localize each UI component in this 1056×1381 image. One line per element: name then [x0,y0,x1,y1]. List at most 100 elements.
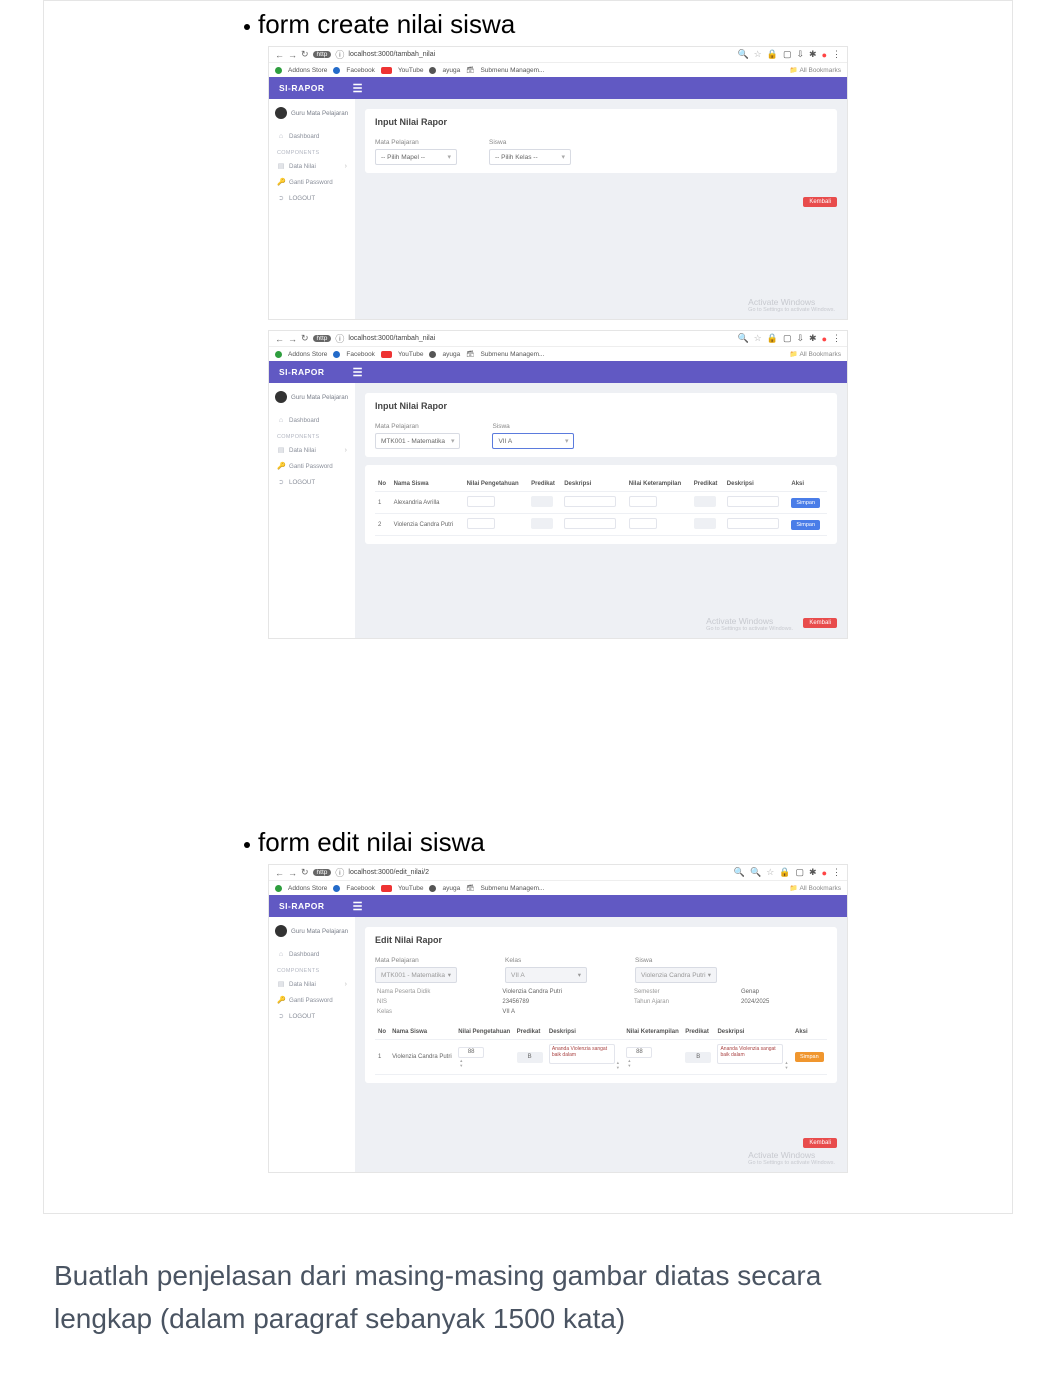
shield-icon[interactable]: 🔒 [767,49,778,60]
bookmark-icon[interactable]: 🗃 [466,884,474,892]
input-nilai-k[interactable]: 88 [626,1047,652,1058]
bookmark-icon[interactable] [333,351,340,358]
back-icon[interactable]: ← [275,50,284,60]
back-icon[interactable]: ← [275,334,284,344]
input-nilai-k[interactable] [629,518,657,529]
bookmark-item[interactable]: ayuga [442,351,460,358]
select-mapel[interactable]: -- Pilih Mapel --▾ [375,149,457,165]
shield-icon[interactable]: 🔒 [767,333,778,344]
all-bookmarks[interactable]: 📁 All Bookmarks [790,66,841,74]
profile-icon[interactable]: ● [822,50,827,60]
forward-icon[interactable]: → [288,334,297,344]
stepper-icon[interactable]: ▲▼ [616,1060,620,1070]
bookmark-item[interactable]: ayuga [442,67,460,74]
bookmark-item[interactable]: YouTube [398,67,424,74]
sidebar-item-password[interactable]: 🔑Ganti Password [275,458,349,474]
kebab-icon[interactable]: ⋮ [832,49,841,60]
sidebar-item-data-nilai[interactable]: ▤Data Nilai› [275,976,349,992]
kembali-button[interactable]: Kembali [803,1138,837,1148]
kembali-button[interactable]: Kembali [803,618,837,628]
box-icon[interactable]: ▢ [783,333,792,344]
bookmark-item[interactable]: ayuga [442,885,460,892]
stepper-icon[interactable]: ▲▼ [784,1060,788,1070]
simpan-button[interactable]: Simpan [791,498,820,508]
box-icon[interactable]: ▢ [783,49,792,60]
input-desk-k[interactable]: Ananda Violenzia sangat baik dalam [717,1044,783,1064]
forward-icon[interactable]: → [288,868,297,878]
bookmark-icon[interactable] [381,351,392,358]
input-desk-p[interactable] [564,518,616,529]
star-icon[interactable]: ☆ [754,333,762,344]
puzzle-icon[interactable]: ✱ [809,49,817,60]
input-desk-k[interactable] [727,496,779,507]
bookmark-icon[interactable] [381,67,392,74]
simpan-button[interactable]: Simpan [795,1052,824,1062]
bookmark-item[interactable]: Facebook [346,885,375,892]
bookmark-item[interactable]: YouTube [398,351,424,358]
reload-icon[interactable]: ↻ [301,333,309,344]
bookmark-icon[interactable] [429,67,436,74]
puzzle-icon[interactable]: ✱ [809,867,817,878]
address-url[interactable]: localhost:3000/tambah_nilai [348,335,435,342]
bookmark-item[interactable]: Facebook [346,351,375,358]
kebab-icon[interactable]: ⋮ [832,333,841,344]
select-kelas[interactable]: VII A▾ [492,433,574,449]
profile-icon[interactable]: ● [822,334,827,344]
sidebar-item-dashboard[interactable]: ⌂Dashboard [275,129,349,144]
address-url[interactable]: localhost:3000/edit_nilai/2 [348,869,429,876]
search-icon[interactable]: 🔍 [737,333,748,344]
reload-icon[interactable]: ↻ [301,49,309,60]
input-nilai-p[interactable] [467,518,495,529]
bookmark-item[interactable]: Addons Store [288,885,327,892]
sidebar-item-logout[interactable]: ➲LOGOUT [275,190,349,206]
shield-icon[interactable]: 🔒 [779,867,790,878]
input-nilai-p[interactable]: 88 [458,1047,484,1058]
stepper-icon[interactable]: ▲▼ [627,1058,631,1068]
all-bookmarks[interactable]: 📁 All Bookmarks [790,884,841,892]
select-mapel[interactable]: MTK001 - Matematika▾ [375,433,460,449]
search-icon[interactable]: 🔍 [737,49,748,60]
bookmark-item[interactable]: Addons Store [288,351,327,358]
simpan-button[interactable]: Simpan [791,520,820,530]
bookmark-item[interactable]: Facebook [346,67,375,74]
menu-toggle-icon[interactable]: ☰ [353,900,363,913]
sidebar-item-dashboard[interactable]: ⌂Dashboard [275,947,349,962]
star-icon[interactable]: ☆ [766,867,774,878]
back-icon[interactable]: ← [275,868,284,878]
input-nilai-k[interactable] [629,496,657,507]
download-icon[interactable]: ⇩ [796,333,804,344]
bookmark-item[interactable]: Submenu Managem... [480,67,544,74]
bookmark-icon[interactable] [275,67,282,74]
menu-toggle-icon[interactable]: ☰ [353,366,363,379]
sidebar-item-data-nilai[interactable]: ▤Data Nilai› [275,158,349,174]
select-kelas[interactable]: -- Pilih Kelas --▾ [489,149,571,165]
bookmark-item[interactable]: YouTube [398,885,424,892]
kebab-icon[interactable]: ⋮ [832,867,841,878]
menu-toggle-icon[interactable]: ☰ [353,82,363,95]
forward-icon[interactable]: → [288,50,297,60]
input-desk-p[interactable] [564,496,616,507]
bookmark-icon[interactable] [429,351,436,358]
profile-icon[interactable]: ● [822,868,827,878]
box-icon[interactable]: ▢ [796,867,805,878]
sidebar-item-password[interactable]: 🔑Ganti Password [275,992,349,1008]
bookmark-icon[interactable]: 🗃 [466,350,474,358]
sidebar-item-logout[interactable]: ➲LOGOUT [275,474,349,490]
bookmark-item[interactable]: Addons Store [288,67,327,74]
input-desk-p[interactable]: Ananda Violenzia sangat baik dalam [549,1044,615,1064]
address-url[interactable]: localhost:3000/tambah_nilai [348,51,435,58]
reload-icon[interactable]: ↻ [301,867,309,878]
sidebar-item-password[interactable]: 🔑Ganti Password [275,174,349,190]
bookmark-icon[interactable] [333,885,340,892]
input-desk-k[interactable] [727,518,779,529]
stepper-icon[interactable]: ▲▼ [459,1058,463,1068]
download-icon[interactable]: ⇩ [796,49,804,60]
bookmark-icon[interactable] [275,885,282,892]
bookmark-item[interactable]: Submenu Managem... [480,351,544,358]
kembali-button[interactable]: Kembali [803,197,837,207]
search-icon[interactable]: 🔍 [734,867,745,878]
sidebar-item-logout[interactable]: ➲LOGOUT [275,1008,349,1024]
bookmark-item[interactable]: Submenu Managem... [480,885,544,892]
star-icon[interactable]: ☆ [754,49,762,60]
input-nilai-p[interactable] [467,496,495,507]
